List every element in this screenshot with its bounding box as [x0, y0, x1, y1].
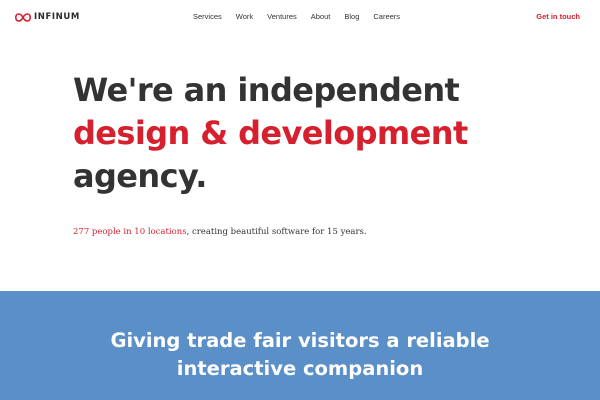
nav-item-blog[interactable]: Blog: [344, 12, 359, 22]
infinity-icon: [15, 12, 31, 22]
hero-line-1: We're an independent: [73, 71, 460, 109]
top-navigation: INFINUM Services Work Ventures About Blo…: [0, 0, 600, 34]
hero-line-3: agency.: [73, 157, 207, 195]
hero-tagline: 277 people in 10 locations, creating bea…: [73, 226, 367, 238]
nav-item-ventures[interactable]: Ventures: [267, 12, 297, 22]
banner-title: Giving trade fair visitors a reliable in…: [0, 327, 600, 383]
tagline-text: , creating beautiful software for 15 yea…: [186, 227, 367, 237]
main-menu: Services Work Ventures About Blog Career…: [193, 12, 400, 22]
nav-item-about[interactable]: About: [311, 12, 331, 22]
people-locations-link[interactable]: 277 people in 10 locations: [73, 227, 187, 237]
banner-title-line-2: interactive companion: [176, 357, 424, 380]
logo[interactable]: INFINUM: [15, 10, 80, 24]
hero-heading: We're an independent design & developmen…: [73, 69, 573, 198]
nav-item-services[interactable]: Services: [193, 12, 222, 22]
hero-line-2: design & development: [73, 114, 468, 152]
banner-title-line-1: Giving trade fair visitors a reliable: [110, 329, 490, 352]
get-in-touch-link[interactable]: Get in touch: [536, 12, 580, 22]
logo-wordmark: INFINUM: [34, 12, 80, 22]
case-study-banner[interactable]: Giving trade fair visitors a reliable in…: [0, 291, 600, 400]
nav-item-work[interactable]: Work: [236, 12, 253, 22]
nav-item-careers[interactable]: Careers: [373, 12, 400, 22]
